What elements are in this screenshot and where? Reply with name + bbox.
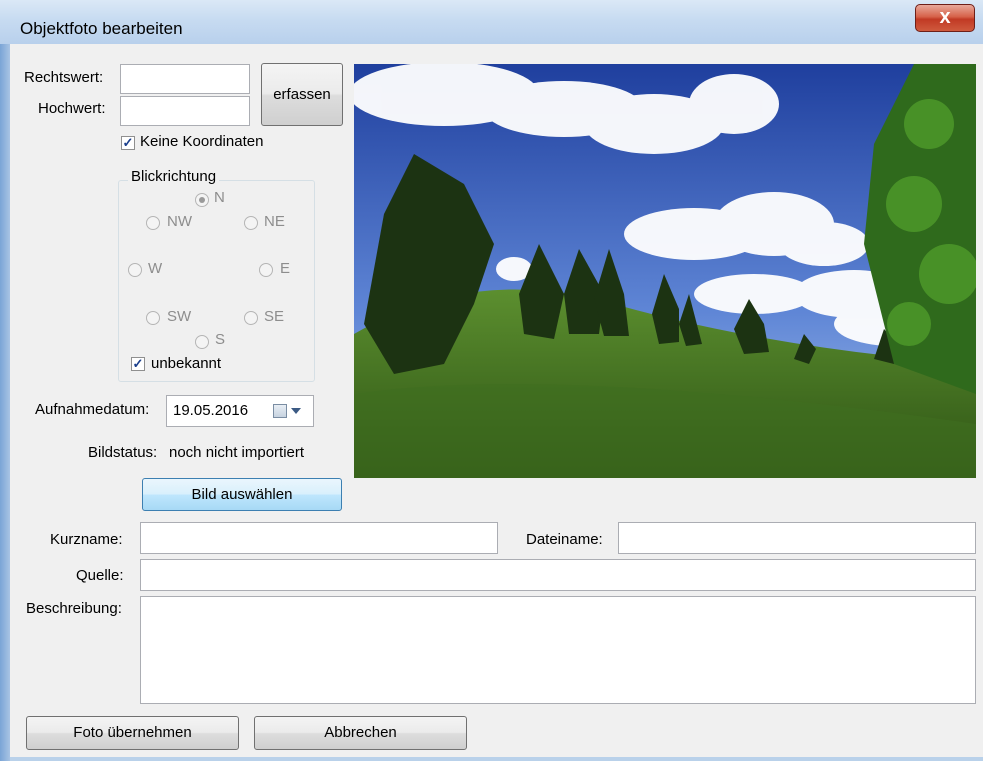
- radio-nw-label: NW: [167, 213, 192, 230]
- foto-uebernehmen-button[interactable]: Foto übernehmen: [26, 716, 239, 750]
- photo-preview: [354, 64, 976, 478]
- radio-w-label: W: [148, 260, 163, 277]
- radio-n[interactable]: [195, 193, 209, 207]
- beschreibung-label: Beschreibung:: [26, 600, 122, 617]
- dateiname-input[interactable]: [618, 522, 976, 554]
- radio-s-label: S: [215, 331, 226, 348]
- radio-e[interactable]: [259, 263, 273, 277]
- aufnahmedatum-label: Aufnahmedatum:: [35, 401, 150, 418]
- blickrichtung-group: [118, 180, 315, 382]
- unbekannt-checkbox[interactable]: ✓: [131, 357, 145, 371]
- bild-auswaehlen-button[interactable]: Bild auswählen: [142, 478, 342, 511]
- keine-koordinaten-checkbox[interactable]: ✓: [121, 136, 135, 150]
- quelle-input[interactable]: [140, 559, 976, 591]
- radio-se[interactable]: [244, 311, 258, 325]
- radio-nw[interactable]: [146, 216, 160, 230]
- beschreibung-textarea[interactable]: [140, 596, 976, 704]
- aufnahmedatum-value: 19.05.2016: [173, 402, 249, 419]
- keine-koordinaten-label: Keine Koordinaten: [140, 133, 264, 150]
- kurzname-label: Kurzname:: [50, 531, 123, 548]
- window-border: [0, 44, 10, 761]
- radio-sw-label: SW: [167, 308, 192, 325]
- calendar-icon[interactable]: [273, 404, 287, 418]
- radio-w[interactable]: [128, 263, 142, 277]
- title-bar: Objektfoto bearbeiten x: [0, 0, 983, 44]
- radio-ne-label: NE: [264, 213, 285, 230]
- radio-sw[interactable]: [146, 311, 160, 325]
- kurzname-input[interactable]: [140, 522, 498, 554]
- window-title: Objektfoto bearbeiten: [20, 19, 183, 38]
- unbekannt-label: unbekannt: [151, 355, 222, 372]
- radio-e-label: E: [280, 260, 291, 277]
- blickrichtung-title: Blickrichtung: [128, 168, 220, 185]
- chevron-down-icon[interactable]: [291, 408, 301, 414]
- quelle-label: Quelle:: [76, 567, 124, 584]
- hochwert-input[interactable]: [120, 96, 250, 126]
- radio-s[interactable]: [195, 335, 209, 349]
- radio-se-label: SE: [264, 308, 285, 325]
- radio-ne[interactable]: [244, 216, 258, 230]
- bildstatus-value: noch nicht importiert: [169, 444, 305, 461]
- hochwert-label: Hochwert:: [38, 100, 106, 117]
- rechtswert-label: Rechtswert:: [24, 69, 104, 86]
- erfassen-button[interactable]: erfassen: [261, 63, 343, 126]
- rechtswert-input[interactable]: [120, 64, 250, 94]
- radio-n-label: N: [214, 189, 225, 206]
- landscape-image: [354, 64, 976, 478]
- dateiname-label: Dateiname:: [526, 531, 603, 548]
- bildstatus-label: Bildstatus:: [88, 444, 158, 461]
- dialog-window: Objektfoto bearbeiten x Rechtswert: Hoch…: [0, 0, 983, 761]
- aufnahmedatum-picker[interactable]: 19.05.2016: [166, 395, 314, 427]
- abbrechen-button[interactable]: Abbrechen: [254, 716, 467, 750]
- close-button[interactable]: x: [915, 4, 975, 32]
